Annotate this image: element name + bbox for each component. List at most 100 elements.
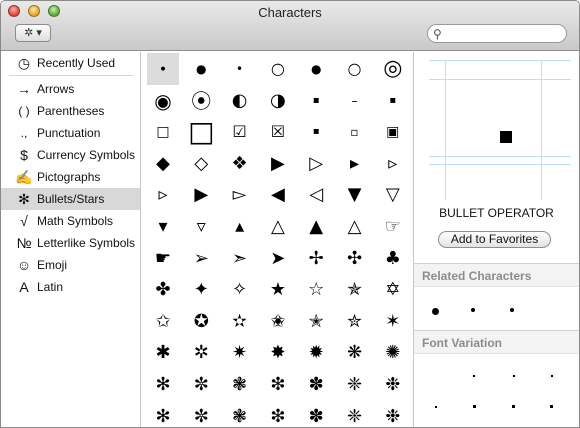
character-cell[interactable]: ❃	[224, 369, 256, 401]
character-cell[interactable]: ▸	[339, 148, 371, 180]
character-cell[interactable]: ✲	[185, 337, 217, 369]
character-cell[interactable]: ✹	[300, 337, 332, 369]
related-character[interactable]	[510, 308, 514, 312]
character-cell[interactable]: ❃	[224, 401, 256, 427]
character-cell[interactable]: ☒	[262, 116, 294, 148]
font-variation-sample[interactable]	[473, 375, 475, 377]
character-cell[interactable]: ✩	[147, 306, 179, 338]
character-cell[interactable]: ❇	[262, 369, 294, 401]
character-cell[interactable]: △	[262, 211, 294, 243]
character-cell[interactable]: ◐	[224, 85, 256, 117]
character-cell[interactable]: ▽	[377, 179, 409, 211]
character-cell[interactable]: ✺	[377, 337, 409, 369]
character-cell[interactable]: ✮	[339, 306, 371, 338]
category-currency-symbols[interactable]: $ Currency Symbols	[1, 144, 140, 166]
character-cell[interactable]: ➣	[224, 243, 256, 275]
character-cell[interactable]: ✼	[185, 369, 217, 401]
character-cell[interactable]: ∙	[147, 53, 179, 85]
character-cell[interactable]: ☆	[300, 274, 332, 306]
add-to-favorites-button[interactable]: Add to Favorites	[438, 231, 551, 248]
category-emoji[interactable]: ☺ Emoji	[1, 254, 140, 276]
related-characters-header[interactable]: Related Characters	[414, 263, 579, 287]
character-cell[interactable]: ○	[262, 53, 294, 85]
character-cell[interactable]: ♣	[377, 243, 409, 275]
character-cell[interactable]: •	[224, 53, 256, 85]
character-cell[interactable]: ▶	[262, 148, 294, 180]
font-variation-sample[interactable]	[550, 405, 553, 408]
character-cell[interactable]: ▶	[185, 179, 217, 211]
character-cell[interactable]: ✡	[377, 274, 409, 306]
character-cell[interactable]: ✪	[185, 306, 217, 338]
category-punctuation[interactable]: ., Punctuation	[1, 122, 140, 144]
character-cell[interactable]: ◆	[147, 148, 179, 180]
character-cell[interactable]: ✧	[224, 274, 256, 306]
character-cell[interactable]: ➢	[185, 243, 217, 275]
character-cell[interactable]: ◑	[262, 85, 294, 117]
category-math-symbols[interactable]: √ Math Symbols	[1, 210, 140, 232]
character-cell[interactable]: ●	[300, 53, 332, 85]
character-cell[interactable]: ❈	[339, 401, 371, 427]
character-cell[interactable]: ▿	[185, 211, 217, 243]
character-cell[interactable]: ✼	[185, 401, 217, 427]
character-cell[interactable]: ▹	[147, 179, 179, 211]
character-cell[interactable]: ▹	[377, 148, 409, 180]
font-variation-sample[interactable]	[551, 375, 553, 377]
character-cell[interactable]: ✷	[224, 337, 256, 369]
related-character[interactable]	[471, 308, 475, 312]
character-cell[interactable]: ✬	[262, 306, 294, 338]
font-variation-sample[interactable]	[435, 406, 437, 408]
character-cell[interactable]: ▫	[339, 116, 371, 148]
character-cell[interactable]: □	[147, 116, 179, 148]
font-variation-header[interactable]: Font Variation	[414, 330, 579, 354]
character-cell[interactable]: ☛	[147, 243, 179, 275]
action-menu-button[interactable]: ✲ ▾	[15, 24, 51, 42]
character-cell[interactable]: ✢	[300, 243, 332, 275]
character-cell[interactable]: ☑	[224, 116, 256, 148]
character-cell[interactable]: ✭	[300, 306, 332, 338]
character-cell[interactable]: ✽	[300, 401, 332, 427]
character-cell[interactable]: ➤	[262, 243, 294, 275]
character-cell[interactable]: ▻	[224, 179, 256, 211]
character-cell[interactable]: ▣	[377, 116, 409, 148]
font-variation-sample[interactable]	[513, 375, 515, 377]
character-cell[interactable]: ▪	[377, 85, 409, 117]
character-cell[interactable]: ▴	[224, 211, 256, 243]
character-cell[interactable]: △	[339, 211, 371, 243]
character-cell[interactable]: ❈	[339, 369, 371, 401]
character-cell[interactable]: ▲	[300, 211, 332, 243]
character-cell[interactable]: ❉	[377, 401, 409, 427]
search-input[interactable]	[448, 26, 560, 41]
related-character[interactable]	[432, 308, 439, 315]
search-field[interactable]: ⚲	[427, 24, 567, 43]
character-cell[interactable]: ✽	[300, 369, 332, 401]
character-cell[interactable]: ❖	[224, 148, 256, 180]
character-cell[interactable]: ○	[339, 53, 371, 85]
category-latin[interactable]: A Latin	[1, 276, 140, 298]
character-cell[interactable]: ▷	[300, 148, 332, 180]
character-cell[interactable]: ⦿	[185, 85, 217, 117]
category-bullets-stars[interactable]: ✻ Bullets/Stars	[1, 188, 140, 210]
character-cell[interactable]: ★	[262, 274, 294, 306]
character-cell[interactable]: ✤	[147, 274, 179, 306]
character-cell[interactable]: ✫	[224, 306, 256, 338]
character-cell[interactable]: ◉	[147, 85, 179, 117]
font-variation-sample[interactable]	[512, 405, 515, 408]
character-cell[interactable]: ☞	[377, 211, 409, 243]
character-cell[interactable]: ▪	[300, 116, 332, 148]
character-cell[interactable]: ◁	[300, 179, 332, 211]
character-cell[interactable]: ▾	[147, 211, 179, 243]
character-cell[interactable]: ✣	[339, 243, 371, 275]
character-cell[interactable]: ✻	[147, 401, 179, 427]
category-letterlike-symbols[interactable]: № Letterlike Symbols	[1, 232, 140, 254]
character-cell[interactable]: ❋	[339, 337, 371, 369]
character-cell[interactable]: ◇	[185, 148, 217, 180]
character-cell[interactable]: ✸	[262, 337, 294, 369]
character-cell[interactable]: ▼	[339, 179, 371, 211]
category-arrows[interactable]: → Arrows	[1, 78, 140, 100]
character-cell[interactable]: ◀	[262, 179, 294, 211]
category-recently-used[interactable]: ◷ Recently Used	[1, 52, 140, 74]
font-variation-sample[interactable]	[473, 405, 476, 408]
category-parentheses[interactable]: ( ) Parentheses	[1, 100, 140, 122]
character-cell[interactable]: □	[185, 116, 217, 148]
character-cell[interactable]: ❉	[377, 369, 409, 401]
